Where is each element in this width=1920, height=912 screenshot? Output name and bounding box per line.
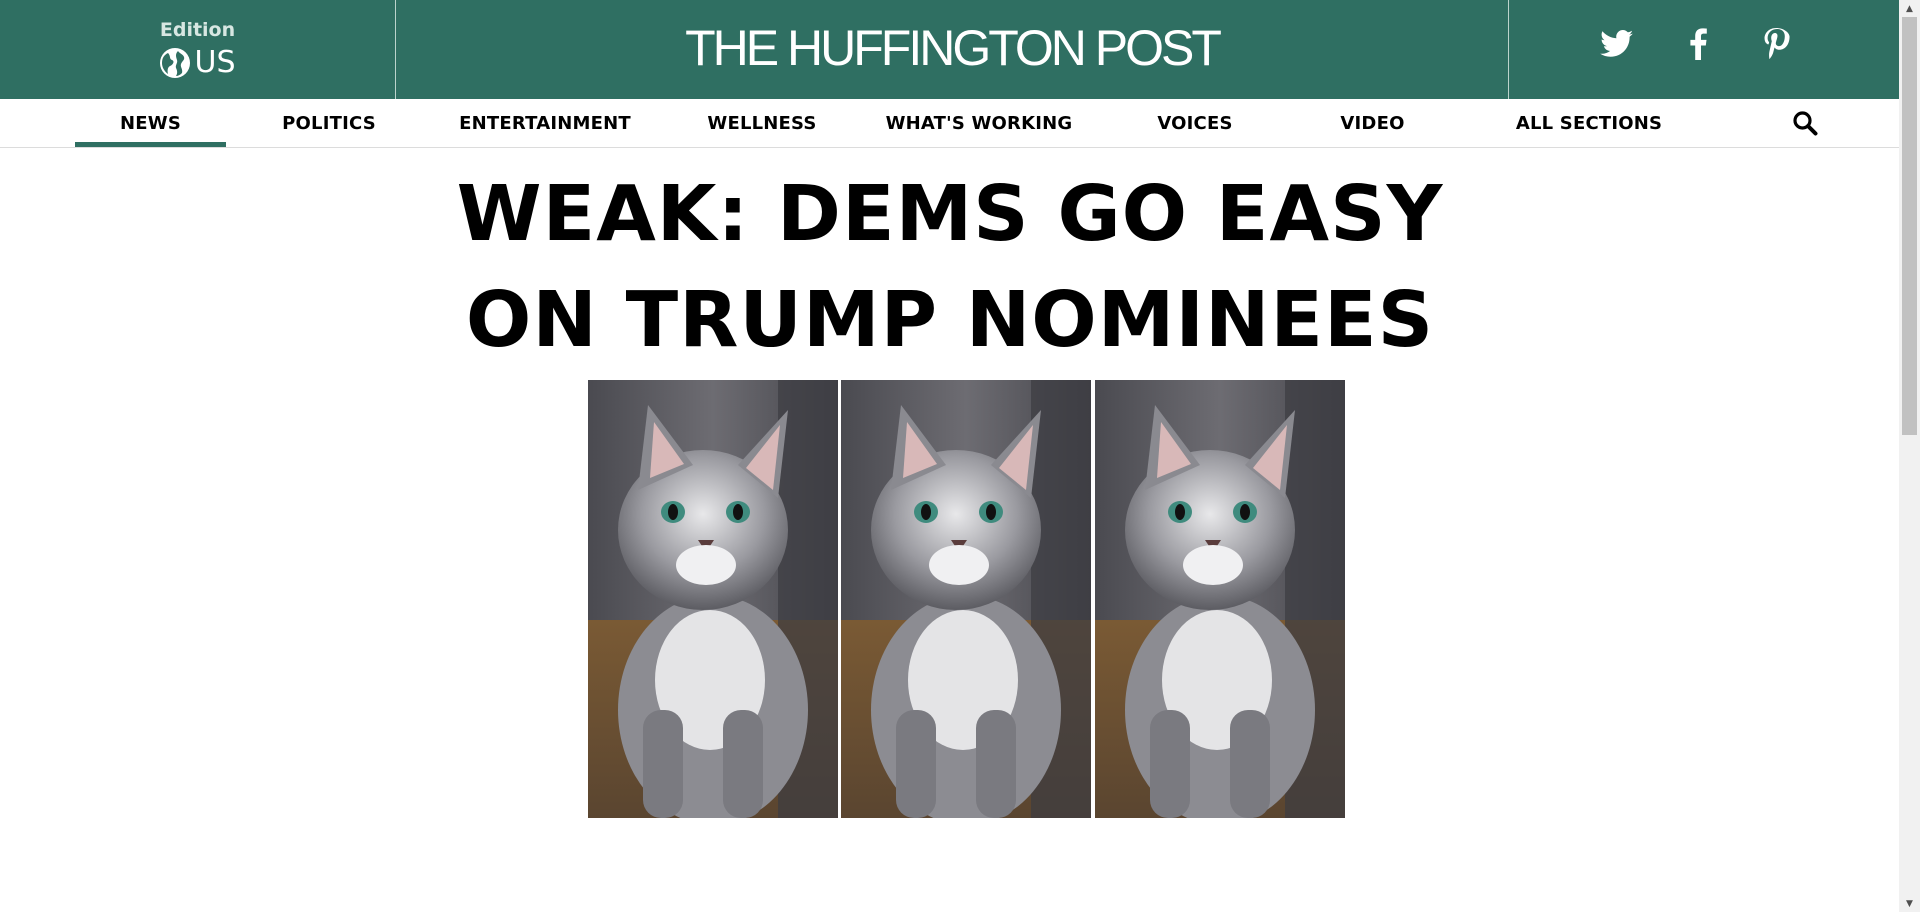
nav-item-voices[interactable]: VOICES [1115, 99, 1275, 147]
scroll-thumb[interactable] [1902, 17, 1917, 435]
headline-line-1: WEAK: DEMS GO EASY [456, 170, 1444, 259]
edition-select[interactable]: US [0, 45, 395, 80]
headline-line-2: ON TRUMP NOMINEES [465, 276, 1435, 365]
site-logo[interactable]: THE HUFFINGTON POST [685, 19, 1222, 77]
kitten-photo[interactable] [588, 380, 838, 818]
twitter-link[interactable] [1599, 28, 1635, 64]
nav-item-video[interactable]: VIDEO [1300, 99, 1445, 147]
masthead: Edition US THE HUFFINGTON POST [0, 0, 1899, 99]
nav-item-politics[interactable]: POLITICS [249, 99, 409, 147]
edition-label: Edition [159, 19, 236, 41]
edition-picker: Edition US [0, 0, 396, 99]
kitten-photo[interactable] [1095, 380, 1345, 818]
kitten-photo[interactable] [841, 380, 1091, 818]
globe-icon [159, 47, 191, 79]
pinterest-link[interactable] [1759, 28, 1795, 64]
nav-item-all-sections[interactable]: ALL SECTIONS [1486, 99, 1692, 147]
scroll-up-arrow[interactable]: ▲ [1899, 0, 1920, 17]
vertical-scrollbar[interactable]: ▲ ▼ [1899, 0, 1920, 912]
scroll-down-arrow[interactable]: ▼ [1899, 895, 1920, 912]
section-nav: NEWS POLITICS ENTERTAINMENT WELLNESS WHA… [0, 99, 1899, 148]
nav-item-news[interactable]: NEWS [75, 99, 226, 147]
headline[interactable]: WEAK: DEMS GO EASY ON TRUMP NOMINEES [420, 162, 1480, 374]
nav-item-whats-working[interactable]: WHAT'S WORKING [860, 99, 1098, 147]
facebook-icon [1689, 28, 1707, 64]
search-icon[interactable] [1792, 110, 1818, 136]
page: Edition US THE HUFFINGTON POST NEWS POLI… [0, 0, 1899, 912]
twitter-icon [1600, 30, 1634, 62]
nav-item-wellness[interactable]: WELLNESS [682, 99, 842, 147]
brand: THE HUFFINGTON POST [396, 0, 1508, 99]
facebook-link[interactable] [1680, 28, 1716, 64]
nav-item-entertainment[interactable]: ENTERTAINMENT [435, 99, 655, 147]
pinterest-icon [1764, 28, 1790, 64]
edition-code: US [194, 45, 236, 80]
social-links [1508, 0, 1899, 99]
